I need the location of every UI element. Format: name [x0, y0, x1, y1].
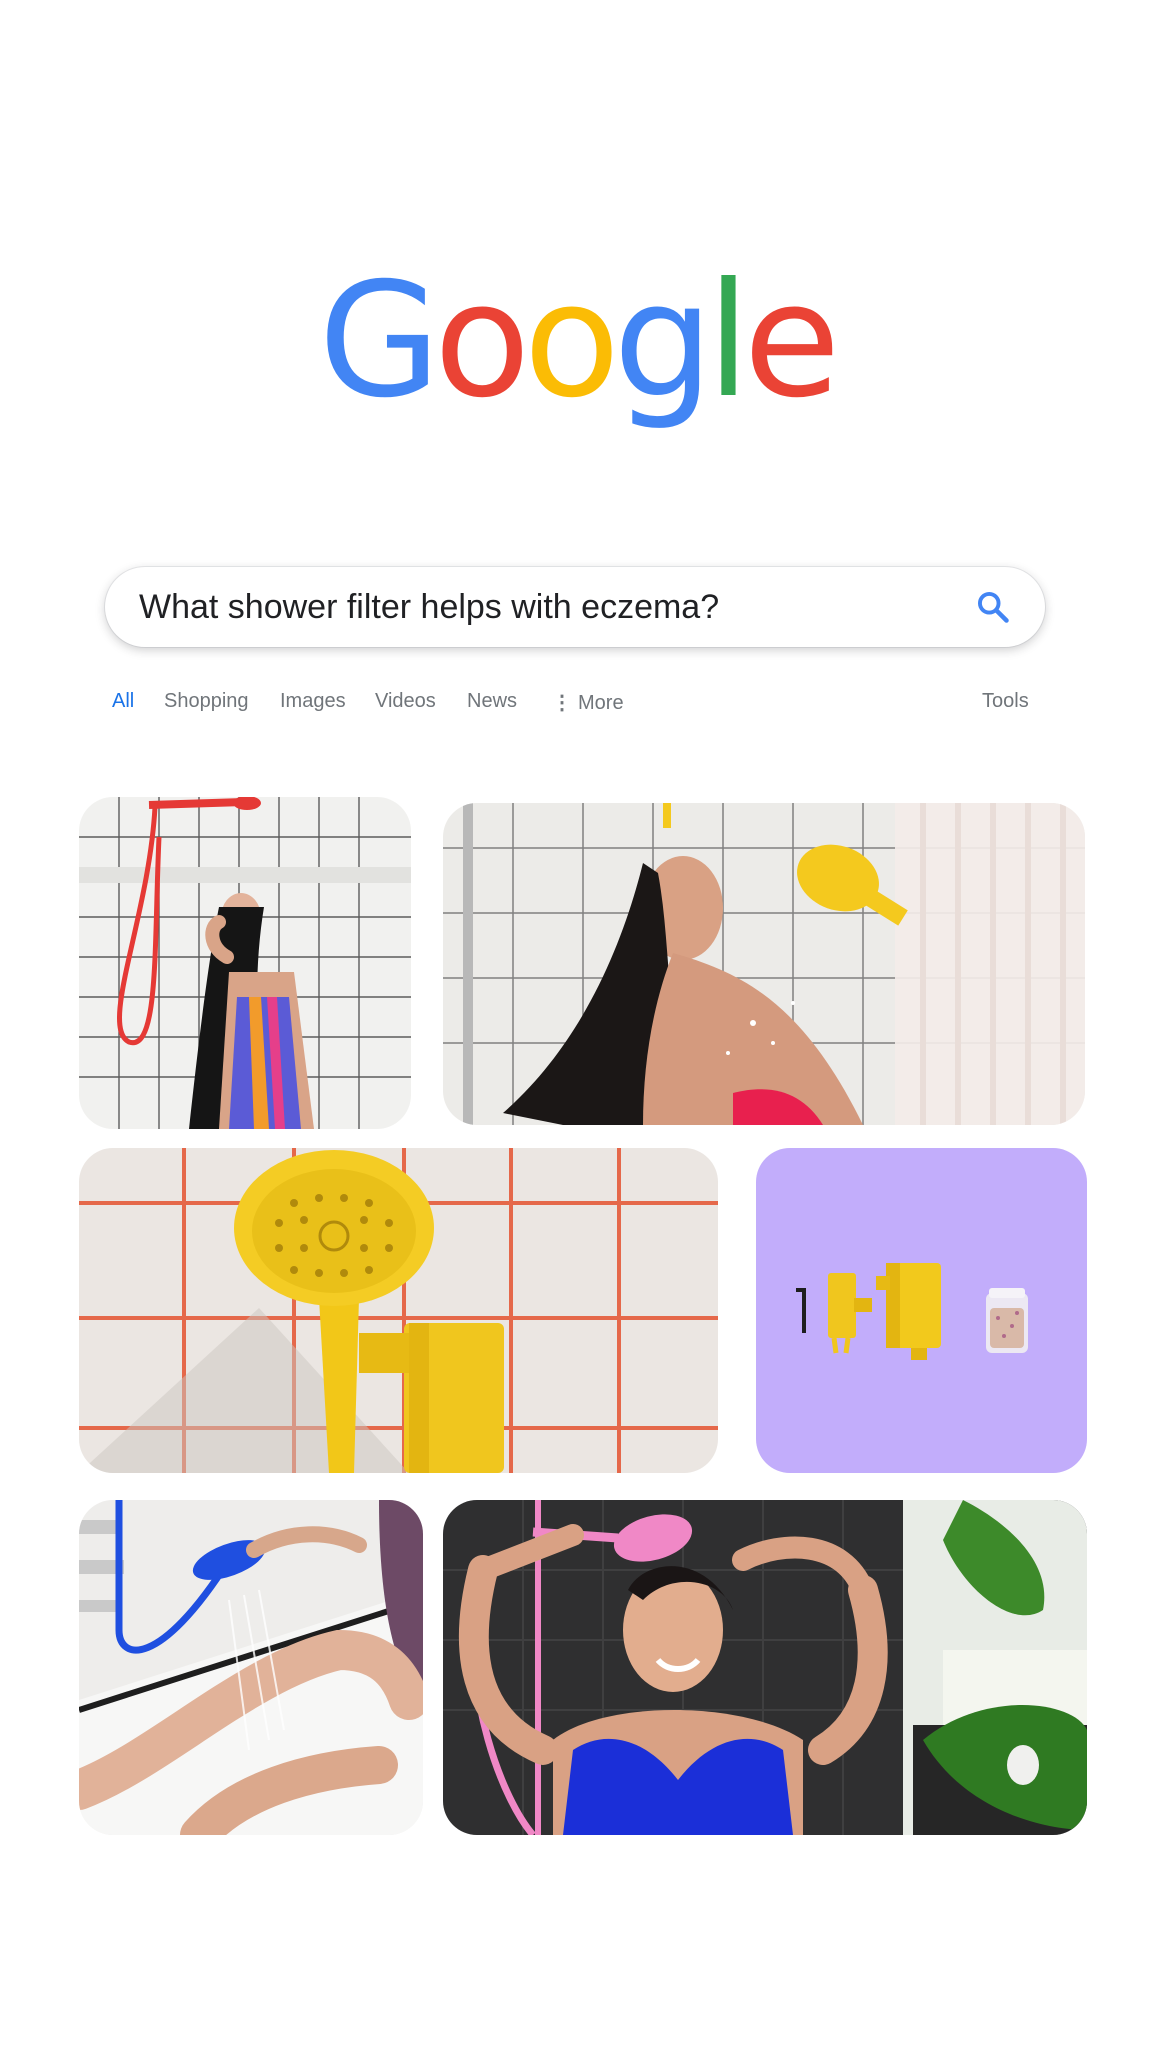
tab-more-label: More — [578, 692, 624, 714]
logo-letter: e — [743, 249, 840, 433]
image-pink-shower-woman — [443, 1500, 1087, 1835]
search-input[interactable]: What shower filter helps with eczema? — [139, 567, 719, 647]
tab-news[interactable]: News — [467, 690, 517, 713]
image-yellow-showerhead — [79, 1148, 718, 1473]
logo-letter: o — [433, 249, 531, 433]
image-result[interactable] — [79, 797, 411, 1129]
image-result[interactable] — [443, 803, 1085, 1125]
image-yellow-shower-woman — [443, 803, 1085, 1125]
tab-shopping[interactable]: Shopping — [164, 690, 249, 713]
search-tabs: All Shopping Images Videos News ⋮ More To… — [0, 690, 1152, 720]
image-result[interactable] — [443, 1500, 1087, 1835]
tab-videos[interactable]: Videos — [375, 690, 436, 713]
tools-button[interactable]: Tools — [982, 690, 1029, 713]
tab-all[interactable]: All — [112, 690, 134, 713]
logo-letter: G — [318, 249, 440, 433]
logo-letter: o — [523, 249, 621, 433]
image-filter-parts — [756, 1148, 1087, 1473]
image-result[interactable] — [79, 1500, 423, 1835]
tab-more[interactable]: ⋮ More — [552, 690, 624, 715]
more-vert-icon: ⋮ — [552, 692, 572, 714]
logo-letter: l — [706, 249, 750, 433]
image-blue-shower-legs — [79, 1500, 423, 1835]
image-result[interactable] — [756, 1148, 1087, 1473]
google-logo: Google — [0, 262, 1152, 420]
tab-images[interactable]: Images — [280, 690, 346, 713]
logo-letter: g — [613, 249, 713, 433]
search-icon[interactable] — [975, 589, 1011, 625]
search-bar[interactable]: What shower filter helps with eczema? — [105, 567, 1045, 647]
image-red-shower — [79, 797, 411, 1129]
image-result[interactable] — [79, 1148, 718, 1473]
